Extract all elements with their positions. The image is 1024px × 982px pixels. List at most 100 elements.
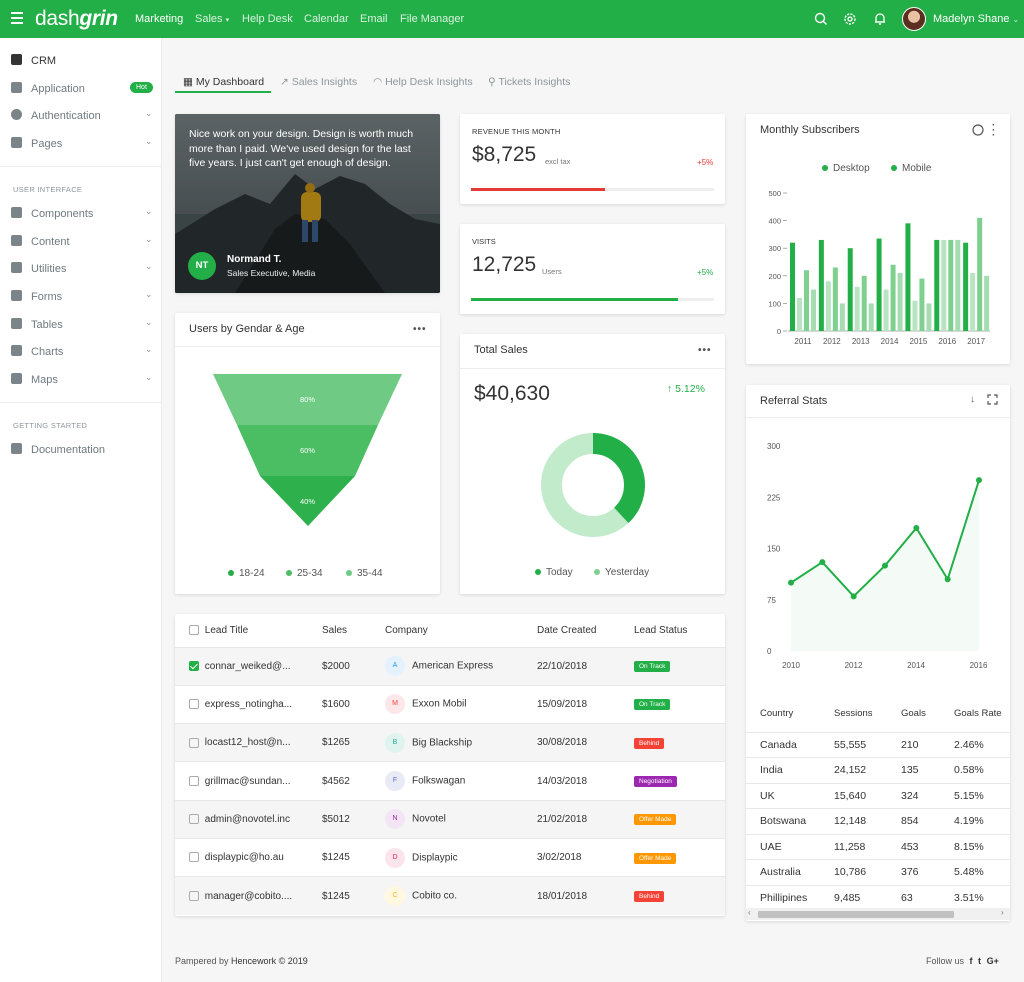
y-tick-label: 75 — [767, 596, 776, 605]
footer-brand-link[interactable]: Hencework © 2019 — [231, 956, 308, 966]
author-name: Normand T. — [227, 254, 282, 265]
scroll-right-icon[interactable]: › — [1001, 908, 1004, 917]
bar-mobile-light — [797, 297, 802, 331]
more-options-icon[interactable]: ••• — [698, 345, 712, 356]
row-checkbox[interactable] — [189, 891, 199, 902]
gear-icon[interactable] — [842, 11, 858, 27]
revenue-progress — [471, 188, 714, 191]
table-row[interactable]: express_notingha... $1600 M Exxon Mobil 15/0… — [175, 685, 725, 724]
cell-company: C Cobito co. — [385, 877, 537, 915]
horizontal-scrollbar[interactable]: ‹ › — [746, 908, 1010, 920]
table-row[interactable]: grillmac@sundan... $4562 F Folkswagan 14/03/… — [175, 761, 725, 801]
divider — [460, 368, 725, 369]
cell-country: Canada — [746, 731, 834, 758]
data-point — [944, 576, 951, 583]
table-row[interactable]: manager@cobito.... $1245 C Cobito co. 18/01/… — [175, 876, 725, 916]
cell-country: Australia — [746, 859, 834, 885]
search-icon[interactable] — [813, 11, 829, 27]
tab-help-desk-insights[interactable]: ◠ Help Desk Insights — [373, 76, 473, 88]
data-point — [882, 562, 888, 569]
col-lead-status: Lead Status — [634, 624, 688, 636]
x-tick-label: 2013 — [852, 337, 870, 346]
row-checkbox[interactable] — [189, 699, 199, 710]
cell-goals-rate: 3.51% — [954, 884, 1010, 911]
cell-lead-title: grillmac@sundan... — [175, 762, 322, 800]
tab-sales-insights[interactable]: ↗ Sales Insights — [280, 76, 357, 88]
revenue-unit: excl tax — [545, 157, 571, 166]
user-name[interactable]: Madelyn Shane ⌄ — [933, 13, 1019, 25]
sidebar-item-authentication[interactable]: Authentication ⌄ — [0, 105, 162, 127]
nav-email[interactable]: Email — [360, 13, 388, 25]
scrollbar-thumb[interactable] — [758, 911, 954, 918]
table-row[interactable]: Phillipines 9,485 63 3.51% — [746, 884, 1010, 911]
sidebar-item-forms[interactable]: Forms ⌄ — [0, 286, 162, 308]
bar-mobile — [948, 239, 954, 331]
book-icon — [11, 443, 22, 454]
google-plus-icon[interactable]: G+ — [987, 956, 999, 966]
hamburger-menu-icon[interactable] — [11, 12, 23, 24]
tab-my-dashboard[interactable]: ▦ My Dashboard — [183, 76, 264, 88]
cell-status: Offer Made — [634, 838, 725, 876]
row-checkbox[interactable] — [189, 814, 199, 825]
sidebar-item-content[interactable]: Content ⌄ — [0, 231, 162, 253]
visits-unit: Users — [542, 267, 562, 276]
cell-lead-title: express_notingha... — [175, 685, 322, 723]
row-checkbox[interactable] — [189, 661, 199, 671]
sidebar-item-utilities[interactable]: Utilities ⌄ — [0, 258, 162, 280]
twitter-icon[interactable]: t — [978, 956, 981, 966]
nav-calendar[interactable]: Calendar — [304, 13, 349, 25]
cell-country: UAE — [746, 833, 834, 860]
funnel-level-3-label: 40% — [300, 497, 316, 506]
row-checkbox[interactable] — [189, 737, 199, 748]
bell-icon[interactable] — [872, 11, 888, 27]
nav-sales[interactable]: Sales ▾ — [195, 13, 229, 25]
sidebar-item-tables[interactable]: Tables ⌄ — [0, 314, 162, 336]
cell-sessions: 11,258 — [834, 833, 901, 860]
data-point — [850, 593, 857, 600]
nav-marketing[interactable]: Marketing — [135, 13, 183, 25]
nav-file-manager[interactable]: File Manager — [400, 13, 464, 25]
tab-tickets-insights[interactable]: ⚲ Tickets Insights — [488, 76, 570, 88]
scroll-left-icon[interactable]: ‹ — [748, 908, 751, 917]
table-row[interactable]: UAE 11,258 453 8.15% — [746, 833, 1010, 860]
table-row[interactable]: connar_weiked@... $2000 A American Express 2… — [175, 647, 725, 686]
table-row[interactable]: Canada 55,555 210 2.46% — [746, 731, 1010, 758]
sidebar-item-maps[interactable]: Maps ⌄ — [0, 369, 162, 391]
sidebar-item-documentation[interactable]: Documentation — [0, 439, 162, 461]
bar-desktop — [818, 239, 824, 331]
cell-sales: $1245 — [322, 890, 350, 902]
utilities-icon — [11, 262, 22, 273]
sidebar-item-pages[interactable]: Pages ⌄ — [0, 133, 162, 155]
arrow-up-icon: ↑ — [667, 383, 673, 395]
user-avatar[interactable] — [902, 7, 926, 31]
cell-sales: $1245 — [322, 852, 350, 864]
sidebar-item-components[interactable]: Components ⌄ — [0, 203, 162, 225]
cell-goals-rate: 0.58% — [954, 757, 1010, 783]
table-row[interactable]: Botswana 12,148 854 4.19% — [746, 808, 1010, 834]
visits-value: 12,725 — [472, 253, 537, 276]
cell-goals: 324 — [901, 782, 954, 809]
row-checkbox[interactable] — [189, 852, 199, 863]
data-point — [788, 579, 794, 586]
table-row[interactable]: displaypic@ho.au $1245 D Displaypic 3/02/201… — [175, 838, 725, 877]
sidebar-item-crm[interactable]: CRM — [0, 50, 162, 72]
row-checkbox[interactable] — [189, 775, 199, 786]
nav-help-desk[interactable]: Help Desk — [242, 13, 293, 25]
tables-icon — [11, 318, 22, 329]
cell-date: 30/08/2018 — [537, 737, 588, 749]
table-row[interactable]: admin@novotel.inc $5012 N Novotel 21/02/2018… — [175, 800, 725, 839]
sidebar-item-charts[interactable]: Charts ⌄ — [0, 341, 162, 363]
sidebar-item-application[interactable]: Application Hot — [0, 78, 162, 100]
table-row[interactable]: Australia 10,786 376 5.48% — [746, 859, 1010, 885]
select-all-checkbox[interactable] — [189, 625, 199, 636]
chevron-down-icon: ⌄ — [145, 289, 153, 299]
cell-status: On Track — [634, 685, 725, 723]
total-sales-change: ↑ 5.12% — [667, 383, 705, 395]
donut-chart — [541, 433, 645, 537]
logo[interactable]: dashgrin — [35, 7, 118, 31]
table-row[interactable]: UK 15,640 324 5.15% — [746, 782, 1010, 809]
table-row[interactable]: locast12_host@n... $1265 B Big Blackship 30/… — [175, 723, 725, 762]
table-row[interactable]: India 24,152 135 0.58% — [746, 757, 1010, 783]
facebook-icon[interactable]: f — [970, 956, 973, 966]
cell-sessions: 55,555 — [834, 731, 901, 758]
